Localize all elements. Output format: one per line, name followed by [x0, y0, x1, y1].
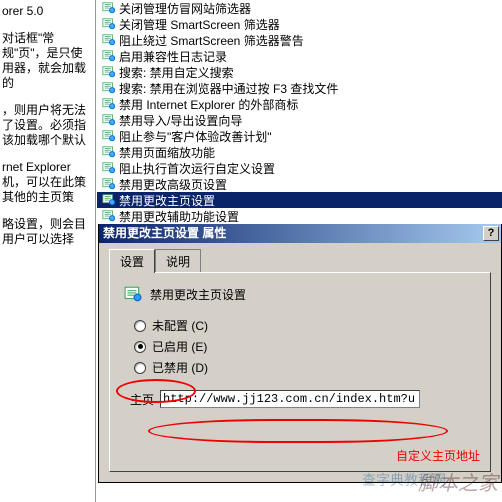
- policy-item-label: 禁用更改主页设置: [119, 192, 502, 209]
- radio-enabled[interactable]: 已启用 (E): [134, 338, 476, 355]
- policy-item-label: 关闭管理 SmartScreen 筛选器: [119, 16, 502, 33]
- policy-list-item[interactable]: 禁用 Internet Explorer 的外部商标: [97, 96, 502, 112]
- policy-item-icon: [101, 17, 117, 31]
- policy-item-icon: [101, 177, 117, 191]
- policy-list-item[interactable]: 阻止参与"客户体验改善计划": [97, 128, 502, 144]
- policy-item-icon: [101, 33, 117, 47]
- policy-item-icon: [101, 129, 117, 143]
- policy-list-item[interactable]: 搜索: 禁用自定义搜索: [97, 64, 502, 80]
- policy-item-icon: [101, 209, 117, 223]
- policy-list-item[interactable]: 启用兼容性日志记录: [97, 48, 502, 64]
- policy-item-label: 禁用导入/导出设置向导: [119, 112, 502, 129]
- policy-item-icon: [101, 145, 117, 159]
- help-button[interactable]: ?: [483, 226, 499, 241]
- watermark-text: 查字典教程网: [362, 470, 446, 490]
- desc-line: rnet Explorer 机，可以在此策其他的主页策: [2, 160, 93, 205]
- policy-item-label: 阻止绕过 SmartScreen 筛选器警告: [119, 32, 502, 49]
- policy-list-item[interactable]: 禁用更改高级页设置: [97, 176, 502, 192]
- dialog-title-text: 禁用更改主页设置 属性: [103, 224, 226, 243]
- policy-list[interactable]: 关闭管理仿冒网站筛选器关闭管理 SmartScreen 筛选器阻止绕过 Smar…: [97, 0, 502, 224]
- properties-dialog: 禁用更改主页设置 属性 ? 设置 说明 禁用更改主页设置 未配置 (C) 已启用…: [98, 224, 502, 483]
- policy-item-label: 禁用页面缩放功能: [119, 144, 502, 161]
- policy-item-label: 禁用更改辅助功能设置: [119, 208, 502, 225]
- desc-line: 略设置，则会目用户可以选择: [2, 217, 93, 247]
- policy-list-item[interactable]: 搜索: 禁用在浏览器中通过按 F3 查找文件: [97, 80, 502, 96]
- policy-icon: [124, 285, 142, 303]
- annotation-label: 自定义主页地址: [396, 447, 480, 464]
- tab-strip: 设置 说明: [99, 243, 501, 273]
- policy-list-item[interactable]: 关闭管理 SmartScreen 筛选器: [97, 16, 502, 32]
- policy-list-item[interactable]: 关闭管理仿冒网站筛选器: [97, 0, 502, 16]
- tab-explain[interactable]: 说明: [155, 249, 201, 273]
- policy-item-icon: [101, 97, 117, 111]
- policy-item-icon: [101, 161, 117, 175]
- policy-list-item[interactable]: 阻止绕过 SmartScreen 筛选器警告: [97, 32, 502, 48]
- policy-item-label: 禁用 Internet Explorer 的外部商标: [119, 96, 502, 113]
- policy-list-item[interactable]: 阻止执行首次运行自定义设置: [97, 160, 502, 176]
- policy-item-icon: [101, 193, 117, 207]
- policy-item-icon: [101, 81, 117, 95]
- policy-item-label: 启用兼容性日志记录: [119, 48, 502, 65]
- policy-item-label: 搜索: 禁用自定义搜索: [119, 64, 502, 81]
- desc-line: 对话框"常规"页"，是只使用器，就会加载的: [2, 31, 93, 91]
- policy-item-label: 阻止参与"客户体验改善计划": [119, 128, 502, 145]
- policy-list-item[interactable]: 禁用更改辅助功能设置: [97, 208, 502, 224]
- tab-body: 禁用更改主页设置 未配置 (C) 已启用 (E) 已禁用 (D) 主页 自定义主…: [109, 272, 491, 472]
- homepage-input[interactable]: [160, 390, 420, 408]
- desc-line: orer 5.0: [2, 4, 93, 19]
- policy-list-item[interactable]: 禁用页面缩放功能: [97, 144, 502, 160]
- policy-item-icon: [101, 1, 117, 15]
- policy-item-label: 关闭管理仿冒网站筛选器: [119, 0, 502, 17]
- policy-item-icon: [101, 65, 117, 79]
- dialog-titlebar: 禁用更改主页设置 属性 ?: [99, 224, 501, 243]
- description-panel: orer 5.0 对话框"常规"页"，是只使用器，就会加载的 ，则用户将无法了设…: [0, 0, 96, 502]
- radio-not-configured[interactable]: 未配置 (C): [134, 317, 476, 334]
- homepage-label: 主页: [130, 391, 154, 408]
- policy-item-icon: [101, 113, 117, 127]
- annotation-oval-icon: [148, 419, 448, 443]
- policy-item-icon: [101, 49, 117, 63]
- policy-item-label: 禁用更改高级页设置: [119, 176, 502, 193]
- tab-settings[interactable]: 设置: [109, 249, 155, 273]
- policy-item-label: 阻止执行首次运行自定义设置: [119, 160, 502, 177]
- policy-item-label: 搜索: 禁用在浏览器中通过按 F3 查找文件: [119, 80, 502, 97]
- policy-list-item[interactable]: 禁用导入/导出设置向导: [97, 112, 502, 128]
- desc-line: ，则用户将无法了设置。必须指该加载哪个默认: [2, 103, 93, 148]
- policy-heading: 禁用更改主页设置: [150, 286, 246, 303]
- radio-disabled[interactable]: 已禁用 (D): [134, 359, 476, 376]
- policy-list-item[interactable]: 禁用更改主页设置: [97, 192, 502, 208]
